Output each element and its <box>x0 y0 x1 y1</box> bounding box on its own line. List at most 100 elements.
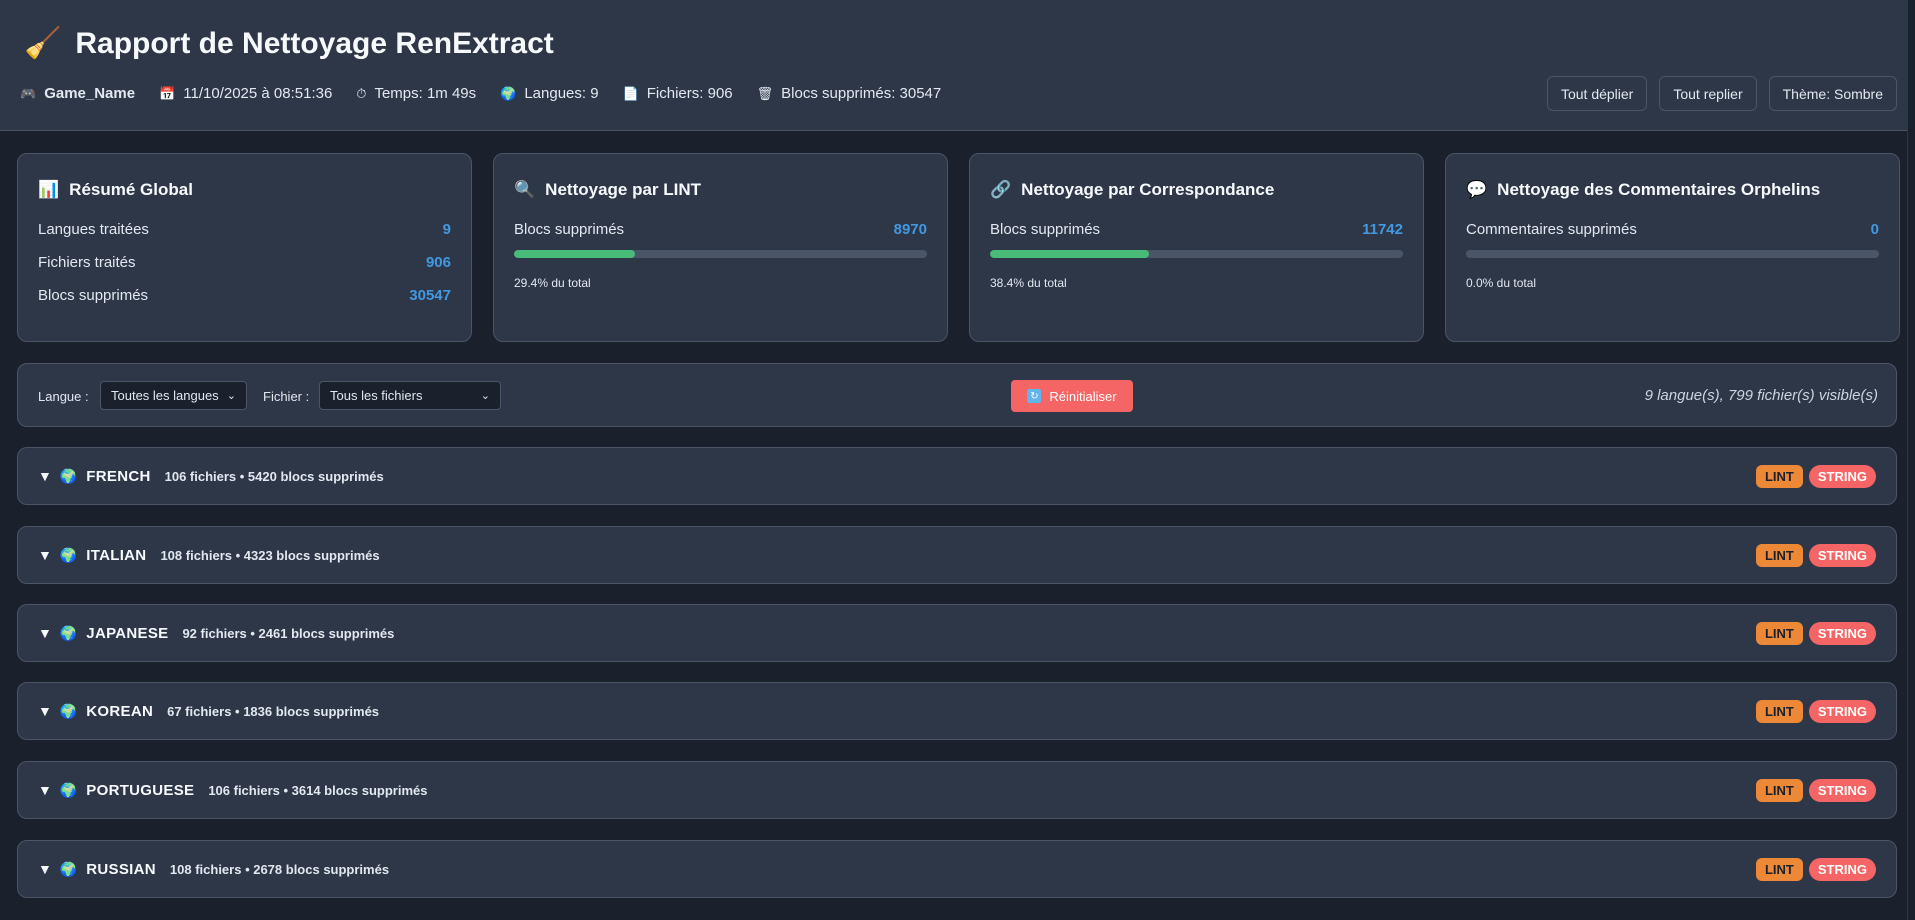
blocks-count: Blocs supprimés: 30547 <box>781 85 942 102</box>
card-title: 💬 Nettoyage des Commentaires Orphelins <box>1466 180 1821 199</box>
summary-row-blocks: Blocs supprimés 30547 <box>38 287 451 304</box>
string-badge: STRING <box>1808 700 1876 723</box>
card-title: 📊 Résumé Global <box>38 180 193 199</box>
language-name: ITALIAN <box>86 546 147 564</box>
orphans-percent: 0.0% du total <box>1466 276 1537 290</box>
globe-icon: 🌍 <box>59 860 78 877</box>
report-header: 🧹 Rapport de Nettoyage RenExtract 🎮 Game… <box>0 0 1915 131</box>
card-title: 🔗 Nettoyage par Correspondance <box>990 180 1275 199</box>
timer-icon: ⏱ <box>356 85 367 101</box>
globe-icon: 🌍 <box>59 624 78 641</box>
language-name: RUSSIAN <box>86 860 156 878</box>
globe-icon: 🌍 <box>500 85 517 101</box>
corresp-progress-bar <box>990 250 1403 258</box>
expand-all-button[interactable]: Tout déplier <box>1546 76 1648 111</box>
reset-button[interactable]: ↻ Réinitialiser <box>1011 380 1133 412</box>
language-row-french[interactable]: ▼ 🌍 FRENCH 106 fichiers • 5420 blocs sup… <box>17 447 1897 505</box>
game-name: Game_Name <box>44 85 136 102</box>
meta-date: 📅 11/10/2025 à 08:51:36 <box>159 85 332 102</box>
string-badge: STRING <box>1808 779 1876 802</box>
card-title: 🔍 Nettoyage par LINT <box>514 180 702 199</box>
meta-game: 🎮 Game_Name <box>20 85 135 102</box>
language-row-italian[interactable]: ▼ 🌍 ITALIAN 108 fichiers • 4323 blocs su… <box>17 526 1897 584</box>
string-badge: STRING <box>1808 858 1876 881</box>
string-badge: STRING <box>1808 622 1876 645</box>
trash-icon: 🗑 <box>756 85 774 101</box>
speech-bubble-icon: 💬 <box>1466 180 1488 199</box>
string-badge: STRING <box>1808 465 1876 488</box>
expand-triangle-icon: ▼ <box>38 861 52 877</box>
gamepad-icon: 🎮 <box>20 85 37 101</box>
files-count: Fichiers: 906 <box>646 85 733 102</box>
theme-toggle-button[interactable]: Thème: Sombre <box>1768 76 1897 111</box>
language-select[interactable]: Toutes les langues ⌄ <box>100 381 247 410</box>
language-row-japanese[interactable]: ▼ 🌍 JAPANESE 92 fichiers • 2461 blocs su… <box>17 604 1897 662</box>
magnifier-icon: 🔍 <box>514 180 536 199</box>
orphans-progress-bar <box>1466 250 1879 258</box>
expand-triangle-icon: ▼ <box>38 625 52 641</box>
chart-icon: 📊 <box>38 180 60 199</box>
language-name: KOREAN <box>86 702 154 720</box>
language-stats: 67 fichiers • 1836 blocs supprimés <box>167 703 380 719</box>
language-stats: 108 fichiers • 4323 blocs supprimés <box>160 547 380 563</box>
page-title-text: Rapport de Nettoyage RenExtract <box>75 26 554 60</box>
chevron-down-icon: ⌄ <box>226 390 236 402</box>
file-filter-label: Fichier : <box>263 389 310 404</box>
report-duration: Temps: 1m 49s <box>374 85 477 102</box>
language-name: PORTUGUESE <box>86 781 195 799</box>
language-row-portuguese[interactable]: ▼ 🌍 PORTUGUESE 106 fichiers • 3614 blocs… <box>17 761 1897 819</box>
broom-icon: 🧹 <box>24 27 62 60</box>
meta-languages: 🌍 Langues: 9 <box>500 85 598 102</box>
meta-blocks: 🗑 Blocs supprimés: 30547 <box>757 85 942 102</box>
progress-fill <box>514 250 636 258</box>
lint-badge: LINT <box>1755 858 1803 881</box>
file-icon: 📄 <box>622 85 639 101</box>
collapse-all-button[interactable]: Tout replier <box>1659 76 1757 111</box>
language-stats: 106 fichiers • 3614 blocs supprimés <box>208 782 428 798</box>
expand-triangle-icon: ▼ <box>38 703 52 719</box>
report-date: 11/10/2025 à 08:51:36 <box>183 85 333 102</box>
summary-row-languages: Langues traitées 9 <box>38 221 451 238</box>
correspondence-card: 🔗 Nettoyage par Correspondance Blocs sup… <box>969 153 1424 342</box>
header-actions: Tout déplier Tout replier Thème: Sombre <box>1546 76 1897 111</box>
lint-badge: LINT <box>1755 544 1803 567</box>
globe-icon: 🌍 <box>59 781 78 798</box>
lint-progress-bar <box>514 250 927 258</box>
orphans-card: 💬 Nettoyage des Commentaires Orphelins C… <box>1445 153 1900 342</box>
language-row-russian[interactable]: ▼ 🌍 RUSSIAN 108 fichiers • 2678 blocs su… <box>17 840 1897 898</box>
language-row-korean[interactable]: ▼ 🌍 KOREAN 67 fichiers • 1836 blocs supp… <box>17 682 1897 740</box>
string-badge: STRING <box>1808 544 1876 567</box>
expand-triangle-icon: ▼ <box>38 547 52 563</box>
language-stats: 92 fichiers • 2461 blocs supprimés <box>182 625 395 641</box>
languages-count: Langues: 9 <box>524 85 599 102</box>
corresp-blocks-row: Blocs supprimés 11742 <box>990 221 1403 238</box>
meta-files: 📄 Fichiers: 906 <box>623 85 733 102</box>
visible-count: 9 langue(s), 799 fichier(s) visible(s) <box>1644 387 1878 404</box>
corresp-percent: 38.4% du total <box>990 276 1067 290</box>
summary-cards: 📊 Résumé Global Langues traitées 9 Fichi… <box>17 153 1900 342</box>
lint-blocks-row: Blocs supprimés 8970 <box>514 221 927 238</box>
expand-triangle-icon: ▼ <box>38 782 52 798</box>
file-select[interactable]: Tous les fichiers ⌄ <box>319 381 501 410</box>
lint-badge: LINT <box>1755 779 1803 802</box>
refresh-icon: ↻ <box>1027 389 1042 403</box>
orphans-comments-row: Commentaires supprimés 0 <box>1466 221 1879 238</box>
language-stats: 108 fichiers • 2678 blocs supprimés <box>169 861 390 877</box>
link-icon: 🔗 <box>990 180 1012 199</box>
language-name: FRENCH <box>86 467 151 485</box>
lint-badge: LINT <box>1755 700 1803 723</box>
language-filter-label: Langue : <box>38 389 89 404</box>
calendar-icon: 📅 <box>159 85 176 101</box>
lint-card: 🔍 Nettoyage par LINT Blocs supprimés 897… <box>493 153 948 342</box>
chevron-down-icon: ⌄ <box>480 390 490 402</box>
lint-percent: 29.4% du total <box>514 276 591 290</box>
filter-bar: Langue : Toutes les langues ⌄ Fichier : … <box>17 363 1897 427</box>
lint-badge: LINT <box>1755 465 1803 488</box>
global-summary-card: 📊 Résumé Global Langues traitées 9 Fichi… <box>17 153 472 342</box>
language-stats: 106 fichiers • 5420 blocs supprimés <box>164 468 384 484</box>
page-scrollbar[interactable] <box>1907 0 1915 920</box>
report-meta: 🎮 Game_Name 📅 11/10/2025 à 08:51:36 ⏱ Te… <box>20 85 941 102</box>
expand-triangle-icon: ▼ <box>38 468 52 484</box>
summary-row-files: Fichiers traités 906 <box>38 254 451 271</box>
lint-badge: LINT <box>1755 622 1803 645</box>
